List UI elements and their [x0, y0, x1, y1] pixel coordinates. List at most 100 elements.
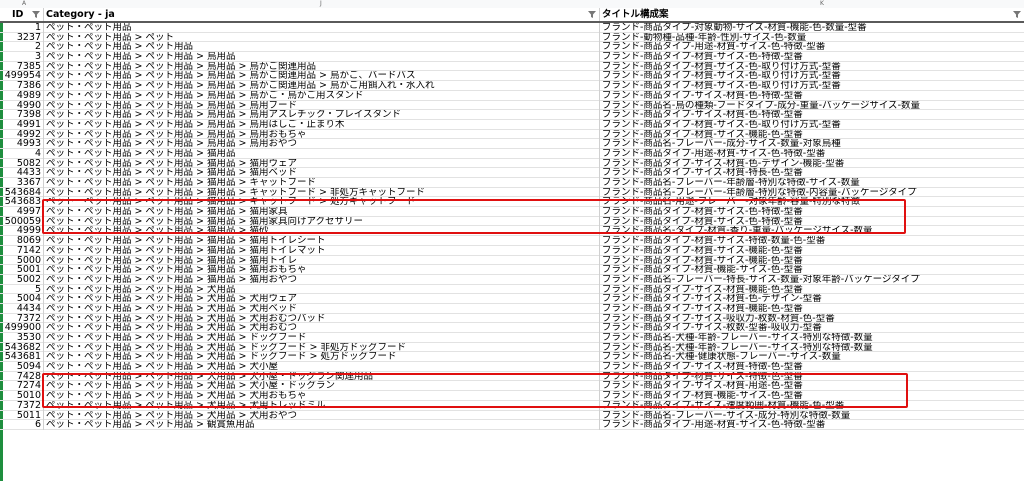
category-cell[interactable]: ペット・ペット用品 > ペット用品 > 猫用品 [44, 148, 600, 159]
table-row[interactable]: 5011 ペット・ペット用品 > ペット用品 > 犬用品 > 犬用おやつ ブランド-… [0, 410, 1024, 421]
category-cell[interactable]: ペット・ペット用品 > ペット用品 > 犬用品 > 犬小屋 [44, 362, 600, 372]
id-cell[interactable]: 4989 [0, 90, 44, 101]
category-cell[interactable]: ペット・ペット用品 > ペット用品 > 犬用品 > 犬用おむつパッド [44, 313, 600, 324]
category-cell[interactable]: ペット・ペット用品 > ペット用品 > 猫用品 > 猫用ウェア [44, 158, 600, 169]
table-row[interactable]: 3530 ペット・ペット用品 > ペット用品 > 犬用品 > ドッグフード ブランド… [0, 333, 1024, 343]
table-row[interactable]: 5082 ペット・ペット用品 > ペット用品 > 猫用品 > 猫用ウェア ブランド-… [0, 158, 1024, 169]
id-cell[interactable]: 5000 [0, 255, 44, 266]
category-cell[interactable]: ペット・ペット用品 > ペット用品 > 猫用品 > キャットフード [44, 178, 600, 188]
title-cell[interactable]: ブランド-商品タイプ-サイズ-材質-色-特徴-型番 [600, 110, 1024, 120]
header-cell-category[interactable]: Category - ja [44, 8, 600, 21]
title-cell[interactable]: ブランド-商品名-フレーバー-年齢層-特別な特徴-内容量-パッケージタイプ [600, 188, 1024, 198]
id-cell[interactable]: 4993 [0, 139, 44, 149]
table-row[interactable]: 4433 ペット・ペット用品 > ペット用品 > 猫用品 > 猫用ベッド ブランド-… [0, 168, 1024, 178]
table-row[interactable]: 2 ペット・ペット用品 > ペット用品 ブランド-商品タイプ-用途-材質-サイズ-色… [0, 42, 1024, 53]
id-cell[interactable]: 7274 [0, 381, 44, 392]
category-cell[interactable]: ペット・ペット用品 > ペット用品 > 猫用品 > 猫用ベッド [44, 168, 600, 178]
table-row[interactable]: 4992 ペット・ペット用品 > ペット用品 > 鳥用品 > 鳥用おもちゃ ブランド… [0, 129, 1024, 140]
category-cell[interactable]: ペット・ペット用品 > ペット用品 [44, 42, 600, 53]
category-cell[interactable]: ペット・ペット用品 > ペット用品 > 猫用品 > 猫用おもちゃ [44, 265, 600, 275]
id-cell[interactable]: 8069 [0, 236, 44, 246]
category-cell[interactable]: ペット・ペット用品 > ペット用品 > 鳥用品 > 鳥用アスレチック・プレイスタ… [44, 110, 600, 120]
id-cell[interactable]: 499954 [0, 71, 44, 82]
title-cell[interactable]: ブランド-動物種-品種-年齢-性別-サイズ-色-数量 [600, 33, 1024, 43]
category-cell[interactable]: ペット・ペット用品 > ペット用品 > 犬用品 > 犬用ウェア [44, 294, 600, 304]
id-cell[interactable]: 543684 [0, 187, 44, 198]
title-cell[interactable]: ブランド-商品タイプ-サイズ-材質-特長-色-型番 [600, 168, 1024, 178]
title-cell[interactable]: ブランド-商品タイプ-対象動物-サイズ-材質-機能-色-数量-型番 [600, 23, 1024, 33]
category-cell[interactable]: ペット・ペット用品 > ペット用品 > 鳥用品 > 鳥かご関連用品 > 鳥かご、… [44, 71, 600, 82]
table-row[interactable]: 7386 ペット・ペット用品 > ペット用品 > 鳥用品 > 鳥かご関連用品 > … [0, 81, 1024, 91]
table-row[interactable]: 7372 ペット・ペット用品 > ペット用品 > 犬用品 > 犬用おむつパッド ブラ… [0, 313, 1024, 324]
table-row[interactable]: 6 ペット・ペット用品 > ペット用品 > 観賞魚用品 ブランド-商品タイプ-用途-… [0, 420, 1024, 430]
table-row[interactable]: 4990 ペット・ペット用品 > ペット用品 > 鳥用品 > 鳥用フード ブランド-… [0, 100, 1024, 111]
id-cell[interactable]: 4992 [0, 129, 44, 140]
table-row[interactable]: 4993 ペット・ペット用品 > ペット用品 > 鳥用品 > 鳥用おやつ ブランド-… [0, 139, 1024, 149]
category-cell[interactable]: ペット・ペット用品 > ペット用品 > 鳥用品 > 鳥かご関連用品 > 鳥かご用… [44, 81, 600, 91]
title-cell[interactable]: ブランド-商品タイプ-サイズ-材質-色-デザイン-機能-型番 [600, 159, 1024, 169]
id-cell[interactable]: 7385 [0, 61, 44, 72]
category-cell[interactable]: ペット・ペット用品 > ペット用品 > 犬用品 > 犬用おむつ [44, 323, 600, 333]
filter-icon[interactable] [1013, 11, 1021, 18]
id-cell[interactable]: 7372 [0, 313, 44, 324]
id-cell[interactable]: 1 [0, 23, 44, 33]
category-cell[interactable]: ペット・ペット用品 > ペット用品 > 鳥用品 [44, 52, 600, 62]
table-row[interactable]: 3367 ペット・ペット用品 > ペット用品 > 猫用品 > キャットフード ブラン… [0, 178, 1024, 188]
table-row[interactable]: 5 ペット・ペット用品 > ペット用品 > 犬用品 ブランド-商品タイプ-サイズ-材… [0, 284, 1024, 295]
id-cell[interactable]: 4434 [0, 303, 44, 314]
filter-icon[interactable] [32, 11, 40, 18]
title-cell[interactable]: ブランド-商品名-鳥の種類-フードタイプ-成分-重量-パッケージサイズ-数量 [600, 101, 1024, 111]
table-row[interactable]: 5002 ペット・ペット用品 > ペット用品 > 猫用品 > 猫用おやつ ブランド-… [0, 274, 1024, 285]
id-cell[interactable]: 500059 [0, 216, 44, 227]
id-cell[interactable]: 4991 [0, 119, 44, 130]
table-row[interactable]: 7398 ペット・ペット用品 > ペット用品 > 鳥用品 > 鳥用アスレチック・プ… [0, 110, 1024, 120]
column-letter-j[interactable]: J [320, 0, 322, 7]
title-cell[interactable]: ブランド-商品タイプ-材質-サイズ-色-取り付け方式-型番 [600, 120, 1024, 130]
title-cell[interactable]: ブランド-商品タイプ-材質-サイズ-色-取り付け方式-型番 [600, 81, 1024, 91]
table-row[interactable]: 4434 ペット・ペット用品 > ペット用品 > 犬用品 > 犬用ベッド ブランド-… [0, 303, 1024, 314]
title-cell[interactable]: ブランド-商品タイプ-サイズ-材質-色-特徴-型番 [600, 91, 1024, 101]
category-cell[interactable]: ペット・ペット用品 > ペット用品 > 観賞魚用品 [44, 420, 600, 430]
table-row[interactable]: 543682 ペット・ペット用品 > ペット用品 > 犬用品 > ドッグフード >… [0, 342, 1024, 353]
id-cell[interactable]: 4433 [0, 168, 44, 178]
header-cell-title[interactable]: タイトル構成案 [600, 8, 1024, 21]
id-cell[interactable]: 5011 [0, 410, 44, 421]
id-cell[interactable]: 543681 [0, 352, 44, 363]
id-cell[interactable]: 5082 [0, 158, 44, 169]
id-cell[interactable]: 5001 [0, 265, 44, 275]
table-row[interactable]: 5094 ペット・ペット用品 > ペット用品 > 犬用品 > 犬小屋 ブランド-商品… [0, 362, 1024, 372]
table-row[interactable]: 5001 ペット・ペット用品 > ペット用品 > 猫用品 > 猫用おもちゃ ブランド… [0, 265, 1024, 275]
id-cell[interactable]: 4997 [0, 207, 44, 217]
table-row[interactable]: 5004 ペット・ペット用品 > ペット用品 > 犬用品 > 犬用ウェア ブランド-… [0, 294, 1024, 304]
category-cell[interactable]: ペット・ペット用品 > ペット用品 > 犬用品 > 犬用おやつ [44, 410, 600, 421]
title-cell[interactable]: ブランド-商品タイプ-材質-サイズ-色-取り付け方式-型番 [600, 71, 1024, 81]
title-cell[interactable]: ブランド-商品タイプ-材質-サイズ-色-特徴-型番 [600, 52, 1024, 62]
table-row[interactable]: 3237 ペット・ペット用品 > ペット ブランド-動物種-品種-年齢-性別-サイズ… [0, 32, 1024, 43]
title-cell[interactable]: ブランド-商品タイプ-サイズ-材質-特徴-色-型番 [600, 362, 1024, 372]
table-row[interactable]: 543681 ペット・ペット用品 > ペット用品 > 犬用品 > ドッグフード >… [0, 352, 1024, 363]
id-cell[interactable]: 3 [0, 52, 44, 62]
category-cell[interactable]: ペット・ペット用品 > ペット用品 > 犬用品 > 犬用ベッド [44, 303, 600, 314]
title-cell[interactable]: ブランド-商品タイプ-用途-材質-サイズ-色-特徴-型番 [600, 42, 1024, 52]
title-cell[interactable]: ブランド-商品タイプ-材質-サイズ-機能-色-型番 [600, 130, 1024, 140]
table-row[interactable]: 4989 ペット・ペット用品 > ペット用品 > 鳥用品 > 鳥かご・鳥かご用スタ… [0, 90, 1024, 101]
title-cell[interactable]: ブランド-商品タイプ-材質-機能-サイズ-色-型番 [600, 265, 1024, 275]
category-cell[interactable]: ペット・ペット用品 > ペット用品 > 犬用品 [44, 284, 600, 295]
title-cell[interactable]: ブランド-商品タイプ-材質-サイズ-色-取り付け方式-型番 [600, 62, 1024, 72]
title-cell[interactable]: ブランド-商品名-犬種-年齢-フレーバー-サイズ-特別な特徴-数量 [600, 333, 1024, 343]
title-cell[interactable]: ブランド-商品タイプ-サイズ-材質-機能-色-型番 [600, 304, 1024, 314]
id-cell[interactable]: 543682 [0, 342, 44, 353]
title-cell[interactable]: ブランド-商品名-フレーバー-特長-サイズ-数量-対象年齢-パッケージタイプ [600, 275, 1024, 285]
category-cell[interactable]: ペット・ペット用品 > ペット用品 > 鳥用品 > 鳥用おもちゃ [44, 129, 600, 140]
title-cell[interactable]: ブランド-商品タイプ-材質-サイズ-機能-色-型番 [600, 256, 1024, 266]
title-cell[interactable]: ブランド-商品タイプ-材質-サイズ-特徴-数量-色-型番 [600, 236, 1024, 246]
category-cell[interactable]: ペット・ペット用品 > ペット用品 > 猫用品 > 猫用トイレマット [44, 245, 600, 256]
id-cell[interactable]: 499900 [0, 323, 44, 333]
id-cell[interactable]: 5 [0, 284, 44, 295]
id-cell[interactable]: 7372 [0, 400, 44, 411]
table-row[interactable]: 4 ペット・ペット用品 > ペット用品 > 猫用品 ブランド-商品タイプ-用途-材質… [0, 148, 1024, 159]
id-cell[interactable]: 7428 [0, 371, 44, 382]
id-cell[interactable]: 4990 [0, 100, 44, 111]
id-cell[interactable]: 6 [0, 420, 44, 430]
table-row[interactable]: 1 ペット・ペット用品 ブランド-商品タイプ-対象動物-サイズ-材質-機能-色-数量… [0, 23, 1024, 33]
